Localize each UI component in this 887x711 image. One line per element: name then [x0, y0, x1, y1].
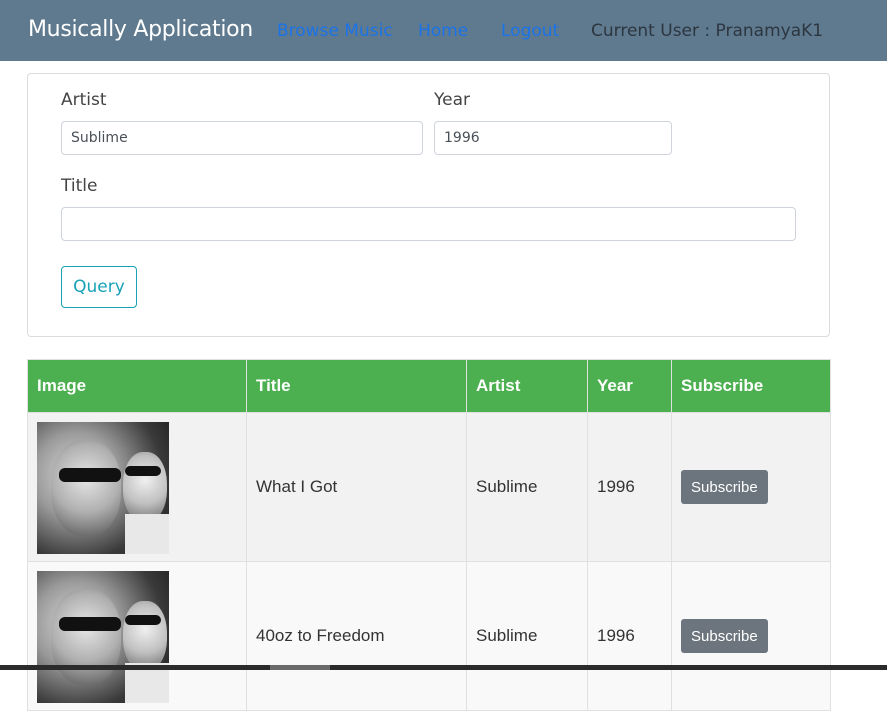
column-header-image: Image	[27, 359, 247, 413]
song-title: 40oz to Freedom	[246, 561, 467, 711]
app-brand[interactable]: Musically Application	[28, 17, 253, 42]
column-header-title: Title	[246, 359, 467, 413]
subscribe-cell: Subscribe	[671, 412, 831, 562]
year-input[interactable]	[434, 121, 672, 155]
image-cell	[27, 412, 247, 562]
horizontal-scrollbar[interactable]	[0, 665, 887, 670]
title-label: Title	[61, 176, 98, 196]
artist-input[interactable]	[61, 121, 423, 155]
table-row: 40oz to Freedom Sublime 1996 Subscribe	[27, 561, 831, 711]
table-row: What I Got Sublime 1996 Subscribe	[27, 412, 831, 562]
song-title: What I Got	[246, 412, 467, 562]
subscribe-button[interactable]: Subscribe	[681, 470, 768, 504]
table-header-row: Image Title Artist Year Subscribe	[27, 359, 831, 413]
album-cover-image	[37, 422, 169, 554]
song-year: 1996	[587, 412, 672, 562]
nav-browse-music-link[interactable]: Browse Music	[277, 21, 393, 41]
subscribe-button[interactable]: Subscribe	[681, 619, 768, 653]
song-year: 1996	[587, 561, 672, 711]
query-button[interactable]: Query	[61, 266, 137, 308]
top-navbar: Musically Application Browse Music Home …	[0, 0, 887, 61]
current-user-label: Current User : PranamyaK1	[591, 21, 824, 41]
results-table: Image Title Artist Year Subscribe What I…	[27, 359, 831, 711]
subscribe-cell: Subscribe	[671, 561, 831, 711]
title-input[interactable]	[61, 207, 796, 241]
column-header-subscribe: Subscribe	[671, 359, 831, 413]
song-artist: Sublime	[466, 412, 588, 562]
year-label: Year	[434, 90, 470, 110]
column-header-artist: Artist	[466, 359, 588, 413]
song-artist: Sublime	[466, 561, 588, 711]
query-form-card: Artist Year Title Query	[27, 73, 830, 337]
column-header-year: Year	[587, 359, 672, 413]
nav-home-link[interactable]: Home	[418, 21, 468, 41]
album-cover-image	[37, 571, 169, 703]
image-cell	[27, 561, 247, 711]
scrollbar-thumb[interactable]	[270, 665, 330, 670]
nav-logout-link[interactable]: Logout	[501, 21, 559, 41]
artist-label: Artist	[61, 90, 107, 110]
